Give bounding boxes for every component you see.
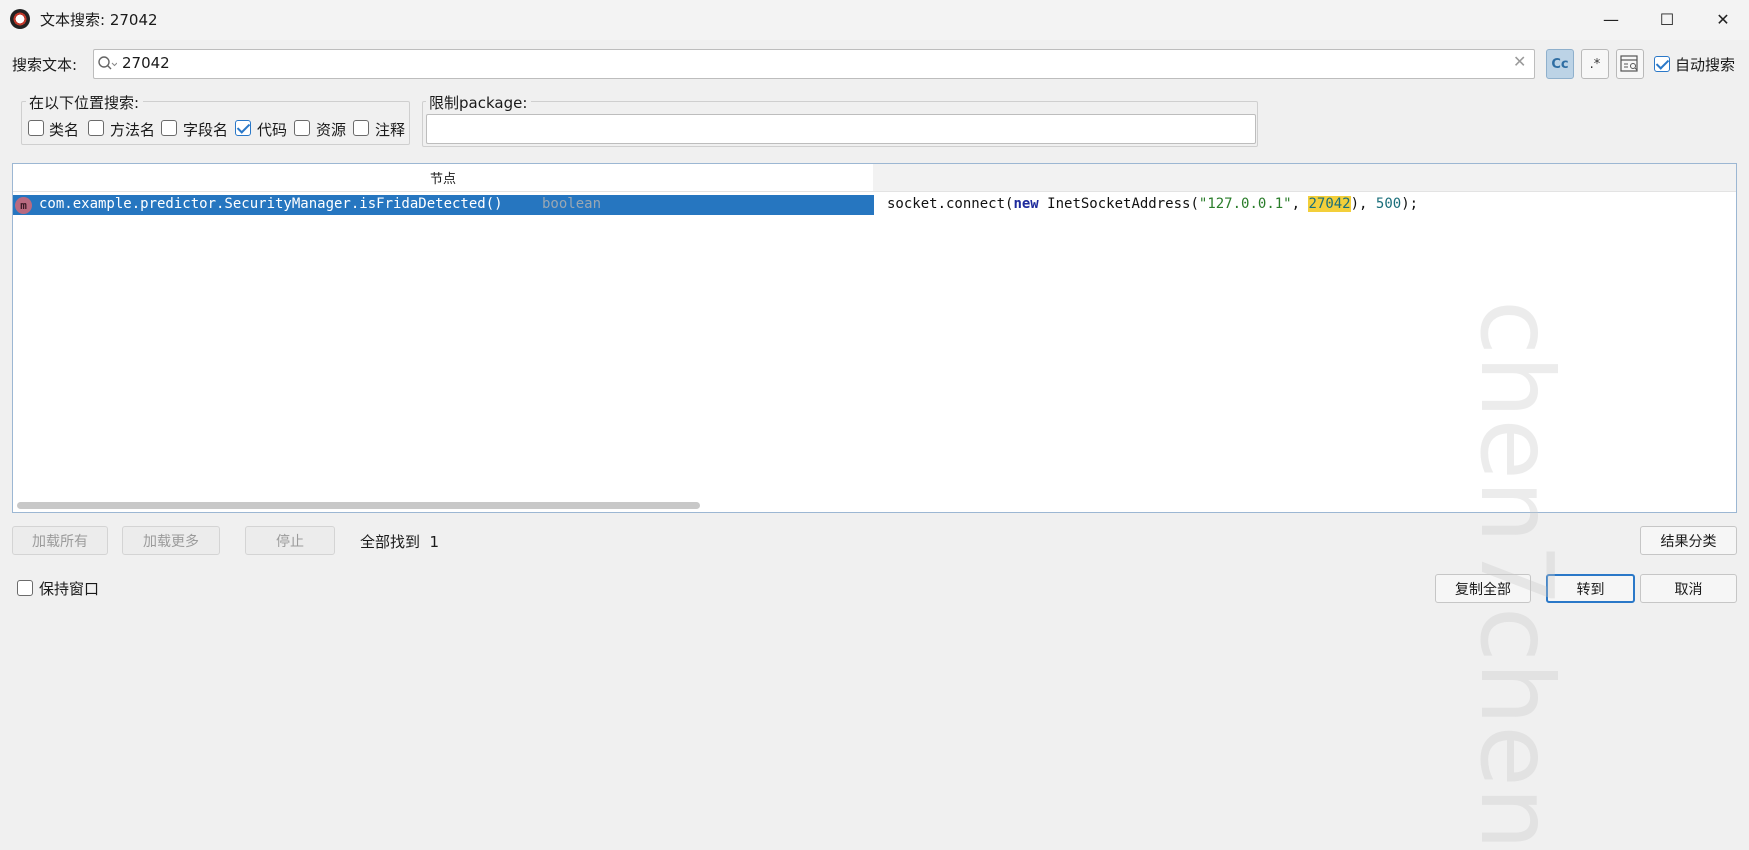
- search-value: 27042: [122, 54, 170, 72]
- column-header-code[interactable]: [873, 164, 1736, 192]
- result-node-text: com.example.predictor.SecurityManager.is…: [39, 196, 503, 212]
- auto-search-label: 自动搜索: [1675, 56, 1736, 74]
- code-sep: ,: [1291, 196, 1309, 212]
- keep-window-checkbox[interactable]: [17, 580, 33, 596]
- method-name-label: 方法名: [110, 121, 156, 139]
- method-name-checkbox[interactable]: [88, 120, 104, 136]
- regex-toggle[interactable]: .*: [1581, 49, 1609, 79]
- case-sensitive-toggle[interactable]: Cc: [1546, 49, 1574, 79]
- maximize-icon: ☐: [1659, 9, 1675, 29]
- code-number: 500: [1375, 196, 1402, 212]
- search-label: 搜索文本:: [12, 56, 78, 74]
- search-location-title: 在以下位置搜索:: [26, 92, 144, 113]
- active-tab-only-toggle[interactable]: [1616, 49, 1644, 79]
- maximize-button[interactable]: ☐: [1644, 4, 1690, 34]
- field-name-label: 字段名: [183, 121, 229, 139]
- code-string: "127.0.0.1": [1198, 196, 1292, 212]
- package-filter-title: 限制package:: [426, 92, 532, 113]
- watermark: chen7chen: [1458, 300, 1575, 850]
- classify-results-button[interactable]: 结果分类: [1640, 526, 1737, 555]
- auto-search-checkbox[interactable]: [1654, 56, 1670, 72]
- clear-search-icon[interactable]: ✕: [1513, 52, 1526, 71]
- field-name-checkbox[interactable]: [161, 120, 177, 136]
- comment-checkbox[interactable]: [353, 120, 369, 136]
- horizontal-scrollbar[interactable]: [17, 502, 700, 509]
- comment-label: 注释: [375, 121, 406, 139]
- result-code-line[interactable]: socket.connect(new InetSocketAddress("12…: [887, 196, 1418, 212]
- close-icon: ✕: [1716, 9, 1730, 29]
- search-input[interactable]: [93, 49, 1535, 79]
- close-button[interactable]: ✕: [1700, 4, 1746, 34]
- code-keyword: new: [1013, 196, 1039, 212]
- method-icon: m: [15, 197, 32, 214]
- resource-checkbox[interactable]: [294, 120, 310, 136]
- found-count-label: 全部找到 1: [360, 533, 440, 551]
- code-label: 代码: [257, 121, 288, 139]
- minimize-button[interactable]: —: [1588, 4, 1634, 34]
- keep-window-label: 保持窗口: [39, 580, 100, 598]
- title-bar: [0, 0, 1749, 40]
- code-checkbox[interactable]: [235, 120, 251, 136]
- package-filter-input[interactable]: [426, 114, 1256, 144]
- stop-button[interactable]: 停止: [245, 526, 335, 555]
- search-icon: [98, 56, 117, 70]
- code-prefix: socket.connect(: [887, 196, 1014, 212]
- class-name-label: 类名: [49, 121, 80, 139]
- class-name-checkbox[interactable]: [28, 120, 44, 136]
- code-mid: InetSocketAddress(: [1038, 196, 1199, 212]
- app-icon: [10, 9, 30, 29]
- code-close: ),: [1350, 196, 1376, 212]
- load-all-button[interactable]: 加载所有: [12, 526, 108, 555]
- code-end: );: [1401, 196, 1419, 212]
- load-more-button[interactable]: 加载更多: [122, 526, 220, 555]
- code-match-highlight: 27042: [1308, 196, 1351, 212]
- resource-label: 资源: [316, 121, 347, 139]
- window-search-icon: [1620, 55, 1638, 72]
- result-return-type: boolean: [542, 196, 602, 212]
- column-header-node[interactable]: 节点: [13, 164, 873, 192]
- cancel-button[interactable]: 取消: [1640, 574, 1737, 603]
- minimize-icon: —: [1603, 9, 1619, 29]
- window-title: 文本搜索: 27042: [40, 11, 158, 29]
